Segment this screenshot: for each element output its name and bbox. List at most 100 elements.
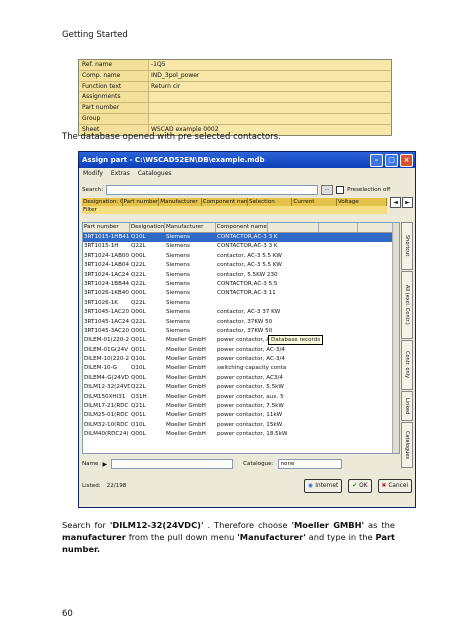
cell-component-name: CONTACTOR,AC-3 5.5 [217,280,278,287]
filter-col-current[interactable]: Current [292,198,337,206]
catalogue-label: Catalogue: [243,461,274,467]
table-row[interactable]: DILM12-32(24VD Q22L Moeller GmbH power cont… [83,383,399,392]
check-icon: ✔ [352,483,358,489]
menu-catalogues[interactable]: Catalogues [138,168,172,179]
col-manufacturer[interactable]: Manufacturer [165,223,216,232]
table-row[interactable]: DILEM4-G(24VD Q00L Moeller GmbH power conta… [83,374,399,383]
table-row[interactable]: DILM32-10(RDC Q10L Moeller GmbH power conta… [83,421,399,430]
property-value[interactable]: IND_3pol_power [149,71,391,81]
table-row[interactable]: DILEM-01G(24V Q01L Moeller GmbH power conta… [83,346,399,355]
cancel-button[interactable]: ✖ Cancel [377,479,412,493]
cell-designation: Q31H [131,393,147,400]
browse-button[interactable]: ... [321,185,334,195]
page-number: 60 [62,609,73,619]
filter-col-component-name[interactable]: Component nam [202,198,249,206]
table-row[interactable]: 3RT1045-1AC20 Q00L Siemens contactor, AC-3 … [83,308,399,317]
close-icon[interactable]: × [400,153,413,167]
table-row[interactable]: DILEM-01(220-2 Q01L Moeller GmbH power cont… [83,336,399,345]
cell-component-name: power contactor, AC-3/4 [217,356,285,363]
nav-buttons: ◄ ► [390,197,413,208]
table-row[interactable]: 3RT1015-1H Q22L Siemens CONTACTOR,AC-3 3 K [83,242,399,251]
table-row[interactable]: DILM40(RDC24) Q00L Moeller GmbH power conta… [83,430,399,439]
cell-component-name: CONTACTOR,AC-3 3 K [217,234,278,240]
cell-manufacturer: Moeller GmbH [166,356,206,363]
catalogue-select[interactable]: none [277,459,342,469]
preselection-checkbox[interactable] [336,186,345,194]
cell-part-number: 3RT1045-1AC24 [84,318,130,325]
nav-right-icon[interactable]: ► [402,197,413,208]
nav-left-icon[interactable]: ◄ [390,197,401,208]
name-field[interactable] [111,459,234,469]
property-value[interactable] [149,114,391,124]
cell-designation: Q22L [131,318,146,325]
property-row: Group [79,113,391,125]
col-part-number[interactable]: Part number [83,223,130,232]
grid-scrollbar[interactable] [392,223,399,453]
bottom-bar: Listed: 22/198 ◉ Internet ✔ OK ✖ Cancel [82,479,412,493]
cell-component-name: contactor, AC-3 5.5 KW [217,262,282,269]
cell-part-number: 3RT1026-1KB40 [84,290,129,297]
table-row[interactable]: 3RT1024-1BB44 Q22L Siemens CONTACTOR,AC-3 5… [83,280,399,289]
cell-designation: Q10L [131,421,146,428]
table-row[interactable]: DILEM-10(220-2 Q10L Moeller GmbH power cont… [83,355,399,364]
property-value[interactable]: Return cir [149,82,391,92]
table-row[interactable]: 3RT1024-1AB00 Q00L Siemens contactor, AC-3 … [83,252,399,261]
filter-col-manufacturer[interactable]: Manufacturer [159,198,202,206]
tab-all-excl-contr[interactable]: All (excl. Contr.) [401,271,413,339]
maximize-icon[interactable]: □ [385,153,398,167]
property-value[interactable] [149,92,391,102]
filter-row[interactable]: Filter [82,206,387,214]
table-row[interactable]: 3RT1024-1AB04 Q22L Siemens contactor, AC-3 … [83,261,399,270]
cell-manufacturer: Siemens [166,327,190,334]
internet-button[interactable]: ◉ Internet [304,479,343,493]
property-value[interactable]: -1Q5 [149,60,391,70]
filter-col-voltage[interactable]: Voltage [337,198,387,206]
dialog-title-bar: Assign part - C:\WSCAD52EN\DB\example.md… [79,152,415,168]
table-row[interactable]: 3RT1024-1AC24 Q22L Siemens contactor, 5.5KW… [83,271,399,280]
col-blank-2[interactable] [319,223,359,232]
cell-designation: Q22L [131,299,146,306]
tab-linked[interactable]: Linked [401,391,413,421]
filter-col-selection[interactable]: Selection [248,198,293,206]
table-row[interactable]: DILM25-01(RDC Q01L Moeller GmbH power conta… [83,411,399,420]
table-row[interactable]: 3RT1026-1K Q22L Siemens [83,299,399,308]
property-label: Part number [79,103,149,113]
cell-manufacturer: Moeller GmbH [166,431,206,438]
filter-col-part-number[interactable]: Part number [123,198,160,206]
cell-component-name: power contactor, 18.5kW [217,431,287,438]
col-designation[interactable]: Designation [130,223,165,232]
cell-designation: Q10L [131,234,146,240]
table-row[interactable]: DILM150XHI31 Q31H Moeller GmbH power contac… [83,393,399,402]
col-blank-1[interactable] [268,223,319,232]
table-row[interactable]: DILM17-21(RDC Q21L Moeller GmbH power conta… [83,402,399,411]
globe-icon: ◉ [308,483,314,489]
ok-button[interactable]: ✔ OK [348,479,372,493]
search-input[interactable] [106,185,319,195]
play-icon[interactable]: ▶ [103,461,108,468]
tab-contr-only[interactable]: Contr. only [401,340,413,390]
minimize-icon[interactable]: – [370,153,383,167]
property-row: Ref. name -1Q5 [79,60,391,71]
col-component-name[interactable]: Component name [216,223,269,232]
property-value[interactable] [149,103,391,113]
cell-component-name [216,299,287,308]
cell-manufacturer: Siemens [166,252,190,259]
cell-part-number: DILM150XHI31 [84,393,126,400]
tab-shortcut[interactable]: Shortcut [401,222,413,270]
table-row[interactable]: 3RT1015-1HB41 Q10L Siemens CONTACTOR,AC-3 3… [83,233,399,243]
table-row[interactable]: 3RT1045-3AC20 Q00L Siemens contactor, 37KW … [83,327,399,336]
filter-col-designation[interactable]: Designation: Q [82,198,123,206]
grid-header: Part number Designation Manufacturer Com… [83,223,399,233]
table-row[interactable]: DILEM-10-G Q10L Moeller GmbH switching capa… [83,364,399,373]
menu-modify[interactable]: Modify [83,168,103,179]
caption-database-opened: The database opened with pre selected co… [62,132,281,142]
table-row[interactable]: 3RT1026-1KB40 Q00L Siemens CONTACTOR,AC-3 1… [83,289,399,298]
cell-part-number: 3RT1024-1BB44 [84,280,130,287]
menu-extras[interactable]: Extras [111,168,130,179]
page-header: Getting Started [62,30,128,40]
cell-manufacturer: Moeller GmbH [166,421,206,428]
cell-component-name: power contactor, 7.5kW [217,403,284,410]
cell-manufacturer: Moeller GmbH [166,346,206,353]
table-row[interactable]: 3RT1045-1AC24 Q22L Siemens contactor, 37KW … [83,318,399,327]
property-label: Assignments [79,92,149,103]
